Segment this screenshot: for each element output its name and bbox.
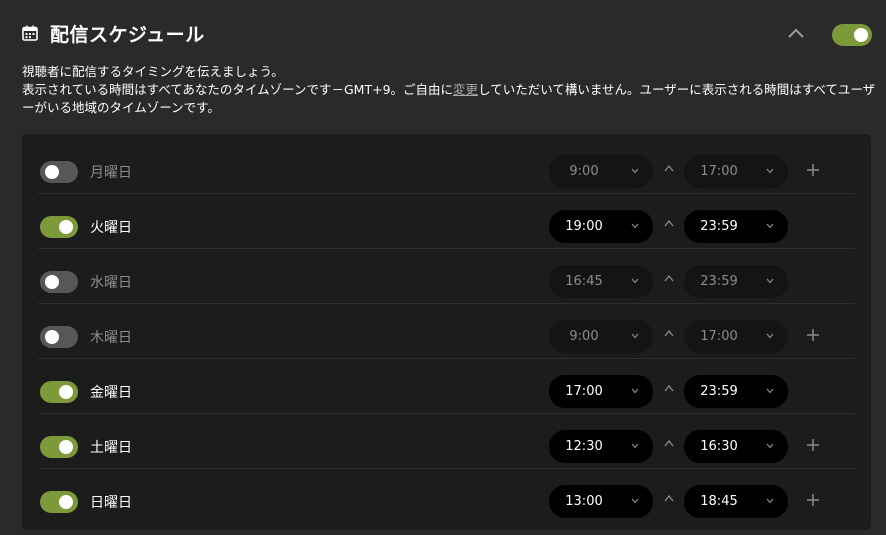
toggle-knob [854,28,868,42]
end-time-value: 23:59 [700,384,738,399]
day-label: 水曜日 [90,275,132,291]
start-time-select[interactable]: 9:00 [549,155,653,188]
chevron-down-icon [631,278,639,284]
chevron-down-icon [766,223,774,229]
toggle-knob [45,330,59,344]
start-time-select[interactable]: 16:45 [549,265,653,298]
schedule-panel: 月曜日 9:00 17:00 火曜日 19:00 23:59 水曜日 16:45 23:59 木曜… [22,134,871,530]
start-time-select[interactable]: 17:00 [549,375,653,408]
day-row-thu: 木曜日 9:00 17:00 [38,304,855,359]
chevron-down-icon [766,333,774,339]
chevron-down-icon [631,388,639,394]
caret-up-icon [664,384,674,392]
day-row-sun: 日曜日 13:00 18:45 [38,469,855,524]
day-toggle[interactable] [40,381,78,403]
caret-up-icon [664,329,674,337]
caret-up-icon [664,494,674,502]
end-time-select[interactable]: 23:59 [684,265,788,298]
plus-icon[interactable] [806,493,820,507]
end-time-value: 23:59 [700,274,738,289]
caret-up-icon [664,274,674,282]
start-time-select[interactable]: 13:00 [549,485,653,518]
day-toggle[interactable] [40,436,78,458]
end-time-value: 23:59 [700,219,738,234]
end-time-select[interactable]: 23:59 [684,210,788,243]
calendar-icon [22,25,38,41]
day-toggle[interactable] [40,326,78,348]
day-label: 金曜日 [90,385,132,401]
start-time-value: 19:00 [565,219,603,234]
day-row-mon: 月曜日 9:00 17:00 [38,139,855,194]
plus-icon[interactable] [806,328,820,342]
day-row-sat: 土曜日 12:30 16:30 [38,414,855,469]
toggle-knob [59,385,73,399]
day-toggle[interactable] [40,161,78,183]
caret-up-icon [664,439,674,447]
day-label: 土曜日 [90,440,132,456]
end-time-value: 17:00 [700,164,738,179]
start-time-value: 17:00 [565,384,603,399]
day-label: 木曜日 [90,330,132,346]
start-time-select[interactable]: 12:30 [549,430,653,463]
description-text: 表示されている時間はすべてあなたのタイムゾーンです－GMT+9。ご自由に [22,82,454,97]
chevron-down-icon [766,388,774,394]
schedule-description: 視聴者に配信するタイミングを伝えましょう。 表示されている時間はすべてあなたのタ… [22,63,878,117]
toggle-knob [45,165,59,179]
toggle-knob [59,220,73,234]
chevron-down-icon [631,498,639,504]
plus-icon[interactable] [806,163,820,177]
day-row-tue: 火曜日 19:00 23:59 [38,194,855,249]
end-time-value: 18:45 [700,494,738,509]
end-time-select[interactable]: 17:00 [684,155,788,188]
page-title: 配信スケジュール [50,24,205,46]
schedule-header: 配信スケジュール [0,0,886,62]
day-row-wed: 水曜日 16:45 23:59 [38,249,855,304]
start-time-value: 12:30 [565,439,603,454]
end-time-select[interactable]: 16:30 [684,430,788,463]
toggle-knob [45,275,59,289]
day-label: 日曜日 [90,495,132,511]
start-time-value: 16:45 [565,274,603,289]
day-label: 月曜日 [90,165,132,181]
start-time-value: 9:00 [569,164,599,179]
caret-up-icon [664,219,674,227]
day-label: 火曜日 [90,220,132,236]
day-toggle[interactable] [40,271,78,293]
end-time-value: 16:30 [700,439,738,454]
day-row-fri: 金曜日 17:00 23:59 [38,359,855,414]
start-time-select[interactable]: 9:00 [549,320,653,353]
start-time-select[interactable]: 19:00 [549,210,653,243]
chevron-down-icon [766,278,774,284]
chevron-down-icon [631,443,639,449]
chevron-down-icon [766,443,774,449]
chevron-down-icon [766,498,774,504]
caret-up-icon [664,164,674,172]
plus-icon[interactable] [806,438,820,452]
schedule-enable-toggle[interactable] [832,24,872,46]
chevron-down-icon [631,223,639,229]
start-time-value: 9:00 [569,329,599,344]
toggle-knob [59,495,73,509]
chevron-up-icon[interactable] [784,24,808,44]
end-time-select[interactable]: 17:00 [684,320,788,353]
chevron-down-icon [631,333,639,339]
end-time-select[interactable]: 23:59 [684,375,788,408]
toggle-knob [59,440,73,454]
end-time-select[interactable]: 18:45 [684,485,788,518]
start-time-value: 13:00 [565,494,603,509]
chevron-down-icon [631,168,639,174]
day-toggle[interactable] [40,216,78,238]
end-time-value: 17:00 [700,329,738,344]
description-line-1: 視聴者に配信するタイミングを伝えましょう。 [22,64,284,79]
chevron-down-icon [766,168,774,174]
change-timezone-link[interactable]: 変更 [453,82,478,97]
day-toggle[interactable] [40,491,78,513]
description-line-2: 表示されている時間はすべてあなたのタイムゾーンです－GMT+9。ご自由に変更して… [22,81,878,117]
